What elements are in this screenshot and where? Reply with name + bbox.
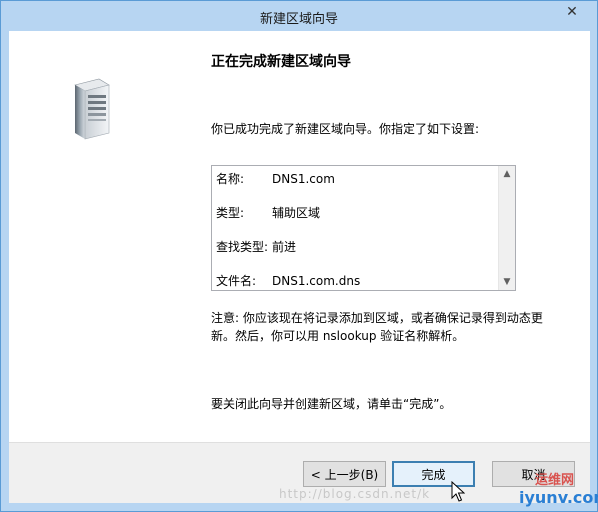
title-bar[interactable]: 新建区域向导 ✕: [1, 1, 597, 31]
summary-row-name: 名称: DNS1.com: [216, 170, 335, 187]
server-tower-icon: [74, 78, 110, 140]
close-button[interactable]: ✕: [555, 2, 589, 22]
summary-value: 前进: [272, 240, 297, 254]
wizard-window: 新建区域向导 ✕ 正在完成新建区域向导 你已成功完成了新建区域向导。你指定了如下…: [0, 0, 598, 512]
settings-summary-box[interactable]: 名称: DNS1.com 类型: 辅助区域 查找类型: 前进 文件名: DNS1.com…: [211, 165, 516, 291]
summary-row-type: 类型: 辅助区域: [216, 204, 320, 221]
watermark-logo: 运维网 iyunv.com: [511, 466, 598, 512]
scroll-down-arrow-icon[interactable]: ▼: [499, 274, 515, 290]
note-line: 新。然后，你可以用 nslookup 验证名称解析。: [211, 329, 465, 343]
summary-row-lookup: 查找类型: 前进: [216, 238, 296, 255]
close-icon: ✕: [566, 4, 578, 20]
scroll-up-arrow-icon[interactable]: ▲: [499, 166, 515, 182]
page-heading: 正在完成新建区域向导: [211, 54, 351, 70]
wizard-body: 正在完成新建区域向导 你已成功完成了新建区域向导。你指定了如下设置: 名称: DN…: [9, 31, 590, 503]
button-separator: [9, 442, 590, 443]
note-line: 注意: 你应该现在将记录添加到区域，或者确保记录得到动态更: [211, 311, 543, 325]
intro-text: 你已成功完成了新建区域向导。你指定了如下设置:: [211, 122, 480, 136]
mouse-pointer-icon: [451, 481, 465, 502]
summary-value: DNS1.com: [272, 172, 335, 186]
window-title: 新建区域向导: [259, 12, 338, 27]
wizard-content: 正在完成新建区域向导 你已成功完成了新建区域向导。你指定了如下设置: 名称: DN…: [177, 31, 590, 442]
summary-key: 类型:: [216, 206, 245, 220]
summary-key: 查找类型:: [216, 240, 269, 254]
close-hint-text: 要关闭此向导并创建新区域，请单击“完成”。: [211, 397, 452, 411]
watermark-logo-top: 运维网: [535, 473, 575, 488]
summary-key: 文件名:: [216, 274, 257, 288]
back-button[interactable]: < 上一步(B): [303, 461, 386, 487]
summary-value: 辅助区域: [272, 206, 321, 220]
summary-row-filename: 文件名: DNS1.com.dns: [216, 272, 360, 289]
wizard-side-panel: [9, 31, 177, 442]
summary-key: 名称:: [216, 172, 245, 186]
summary-value: DNS1.com.dns: [272, 274, 361, 288]
note-text: 注意: 你应该现在将记录添加到区域，或者确保记录得到动态更 新。然后，你可以用 …: [211, 309, 551, 345]
watermark-logo-bottom: iyunv.com: [519, 488, 598, 507]
watermark-url: http://blog.csdn.net/k: [279, 487, 431, 501]
vertical-scrollbar[interactable]: ▲ ▼: [498, 166, 515, 290]
